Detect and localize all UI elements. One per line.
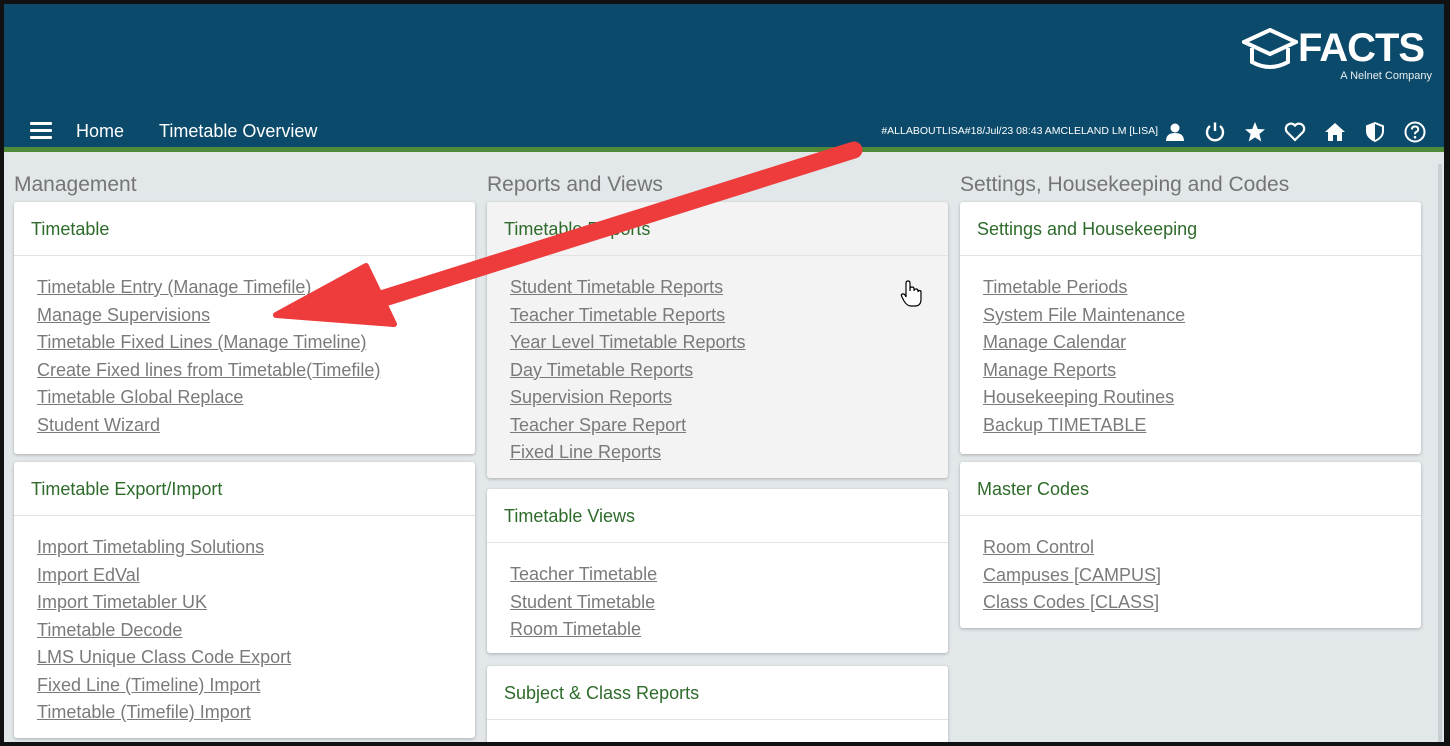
- link-manage-calendar[interactable]: Manage Calendar: [983, 329, 1126, 357]
- card-timetable-reports: Timetable Reports Student Timetable Repo…: [487, 202, 948, 478]
- graduation-cap-icon: [1242, 28, 1298, 69]
- link-supervision-reports[interactable]: Supervision Reports: [510, 384, 672, 412]
- link-teacher-spare-report[interactable]: Teacher Spare Report: [510, 412, 686, 440]
- card-timetable: Timetable Timetable Entry (Manage Timefi…: [14, 202, 475, 454]
- link-import-edval[interactable]: Import EdVal: [37, 562, 140, 590]
- link-import-timetabling-solutions[interactable]: Import Timetabling Solutions: [37, 534, 264, 562]
- card-settings-housekeeping: Settings and Housekeeping Timetable Peri…: [960, 202, 1421, 454]
- toolbar-icons: [1162, 119, 1428, 145]
- card-title: Timetable Views: [487, 489, 948, 543]
- link-student-timetable[interactable]: Student Timetable: [510, 589, 655, 617]
- app-window: FACTS A Nelnet Company Home Timetable Ov…: [0, 0, 1450, 746]
- link-timetable-periods[interactable]: Timetable Periods: [983, 274, 1127, 302]
- link-list: Student Timetable Reports Teacher Timeta…: [487, 256, 948, 467]
- link-room-control[interactable]: Room Control: [983, 534, 1094, 562]
- column-title-management: Management: [14, 173, 137, 196]
- link-fixed-line-import[interactable]: Fixed Line (Timeline) Import: [37, 672, 260, 700]
- nav-home[interactable]: Home: [76, 121, 124, 142]
- link-backup-timetable[interactable]: Backup TIMETABLE: [983, 412, 1146, 440]
- link-student-wizard[interactable]: Student Wizard: [37, 412, 160, 440]
- header-accent-line: [4, 147, 1444, 152]
- column-title-settings: Settings, Housekeeping and Codes: [960, 173, 1290, 196]
- card-master-codes: Master Codes Room Control Campuses [CAMP…: [960, 462, 1421, 628]
- link-list: Teacher Timetable Student Timetable Room…: [487, 543, 948, 644]
- link-timetable-global-replace[interactable]: Timetable Global Replace: [37, 384, 243, 412]
- facts-logo: FACTS A Nelnet Company: [1242, 26, 1432, 86]
- link-lms-unique-class-code-export[interactable]: LMS Unique Class Code Export: [37, 644, 291, 672]
- link-teacher-timetable[interactable]: Teacher Timetable: [510, 561, 657, 589]
- logo-wordmark: FACTS: [1298, 26, 1425, 70]
- link-fixed-line-reports[interactable]: Fixed Line Reports: [510, 439, 661, 467]
- card-subject-class-reports: Subject & Class Reports: [487, 666, 948, 742]
- nav-bar: Home Timetable Overview #ALLABOUTLISA#18…: [4, 114, 1444, 148]
- link-timetable-entry[interactable]: Timetable Entry (Manage Timefile): [37, 274, 311, 302]
- logo-tagline: A Nelnet Company: [1340, 70, 1432, 82]
- header-bar: FACTS A Nelnet Company Home Timetable Ov…: [4, 4, 1444, 147]
- card-title: Timetable Reports: [487, 202, 948, 256]
- link-housekeeping-routines[interactable]: Housekeeping Routines: [983, 384, 1174, 412]
- link-list: Timetable Periods System File Maintenanc…: [960, 256, 1421, 439]
- heart-icon[interactable]: [1282, 119, 1308, 145]
- help-icon[interactable]: [1402, 119, 1428, 145]
- link-timetable-decode[interactable]: Timetable Decode: [37, 617, 182, 645]
- scrollbar[interactable]: [1438, 164, 1442, 742]
- card-title: Subject & Class Reports: [487, 666, 948, 720]
- session-info: #ALLABOUTLISA#18/Jul/23 08:43 AMCLELAND …: [881, 125, 1158, 137]
- link-student-timetable-reports[interactable]: Student Timetable Reports: [510, 274, 723, 302]
- nav-timetable-overview[interactable]: Timetable Overview: [159, 121, 317, 142]
- link-manage-supervisions[interactable]: Manage Supervisions: [37, 302, 210, 330]
- link-campuses[interactable]: Campuses [CAMPUS]: [983, 562, 1161, 590]
- link-day-timetable-reports[interactable]: Day Timetable Reports: [510, 357, 693, 385]
- column-title-reports: Reports and Views: [487, 173, 663, 196]
- power-icon[interactable]: [1202, 119, 1228, 145]
- card-title: Settings and Housekeeping: [960, 202, 1421, 256]
- card-timetable-export-import: Timetable Export/Import Import Timetabli…: [14, 462, 475, 738]
- star-icon[interactable]: [1242, 119, 1268, 145]
- link-manage-reports[interactable]: Manage Reports: [983, 357, 1116, 385]
- link-create-fixed-lines[interactable]: Create Fixed lines from Timetable(Timefi…: [37, 357, 380, 385]
- link-system-file-maintenance[interactable]: System File Maintenance: [983, 302, 1185, 330]
- menu-icon[interactable]: [30, 122, 52, 140]
- link-list: Timetable Entry (Manage Timefile) Manage…: [14, 256, 475, 439]
- hand-cursor-icon: [900, 280, 922, 307]
- home-icon[interactable]: [1322, 119, 1348, 145]
- link-class-codes[interactable]: Class Codes [CLASS]: [983, 589, 1159, 617]
- link-timetable-import[interactable]: Timetable (Timefile) Import: [37, 699, 251, 727]
- card-title: Timetable Export/Import: [14, 462, 475, 516]
- link-list: Import Timetabling Solutions Import EdVa…: [14, 516, 475, 727]
- link-teacher-timetable-reports[interactable]: Teacher Timetable Reports: [510, 302, 725, 330]
- link-room-timetable[interactable]: Room Timetable: [510, 616, 641, 644]
- link-timetable-fixed-lines[interactable]: Timetable Fixed Lines (Manage Timeline): [37, 329, 366, 357]
- user-icon[interactable]: [1162, 119, 1188, 145]
- shield-icon[interactable]: [1362, 119, 1388, 145]
- card-title: Timetable: [14, 202, 475, 256]
- card-title: Master Codes: [960, 462, 1421, 516]
- card-timetable-views: Timetable Views Teacher Timetable Studen…: [487, 489, 948, 653]
- link-import-timetabler-uk[interactable]: Import Timetabler UK: [37, 589, 207, 617]
- link-list: Room Control Campuses [CAMPUS] Class Cod…: [960, 516, 1421, 617]
- link-year-level-timetable-reports[interactable]: Year Level Timetable Reports: [510, 329, 745, 357]
